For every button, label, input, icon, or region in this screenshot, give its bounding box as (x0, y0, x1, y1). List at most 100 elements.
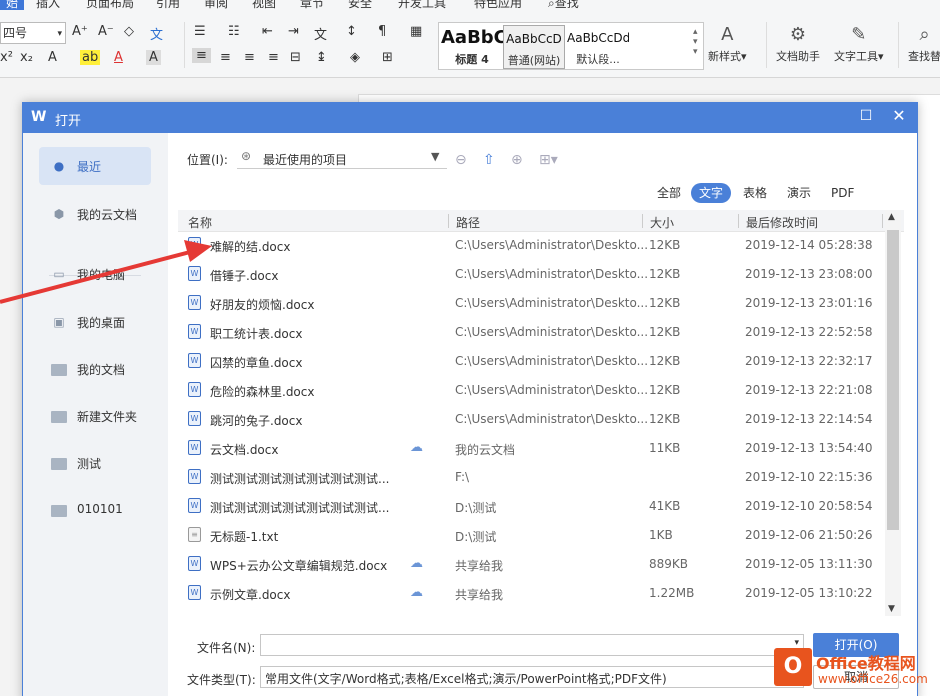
highlight-icon[interactable]: ab (80, 50, 101, 65)
shading-icon[interactable]: ◈ (350, 50, 360, 65)
column-modified[interactable]: 最后修改时间 (746, 214, 818, 231)
filename-input[interactable]: ▾ (260, 634, 804, 656)
sort-icon[interactable]: ↕ (346, 24, 357, 39)
superscript-icon[interactable]: x² (0, 50, 13, 65)
filter-tab-all[interactable]: 全部 (649, 183, 689, 203)
menu-tab-features[interactable]: 特色应用 (474, 0, 522, 10)
location-select[interactable]: ⊛ 最近使用的项目 ▼ (237, 147, 447, 169)
column-separator[interactable] (448, 214, 449, 228)
file-row[interactable]: W 难解的结.docx C:\Users\Administrator\Deskto.… (178, 231, 884, 260)
style-heading-4[interactable]: AaBbC 标题 4 (441, 25, 503, 69)
font-size-select[interactable]: 四号 ▾ (0, 22, 66, 44)
view-mode-icon[interactable]: ⊞▾ (539, 152, 558, 168)
gallery-scroll-icon[interactable]: ▴ ▾ ▾ (693, 27, 698, 57)
folder-icon (51, 361, 67, 377)
filter-tab-presentation[interactable]: 演示 (779, 183, 819, 203)
back-icon[interactable]: ⊖ (455, 152, 467, 168)
line-spacing-icon[interactable]: ↨ (316, 50, 327, 65)
sidebar-item-new-folder[interactable]: 新建文件夹 (39, 397, 151, 435)
menu-tab-search[interactable]: ⌕查找 (548, 0, 579, 10)
menu-tab-chapter[interactable]: 章节 (300, 0, 324, 10)
menu-tab-security[interactable]: 安全 (348, 0, 372, 10)
sidebar-item-my-documents[interactable]: 我的文档 (39, 350, 151, 388)
font-color-icon[interactable]: A (114, 50, 123, 65)
filetype-select[interactable]: 常用文件(文字/Word格式;表格/Excel格式;演示/PowerPoint格… (260, 666, 804, 688)
scroll-down-icon[interactable]: ▼ (888, 604, 895, 614)
up-folder-icon[interactable]: ⇧ (483, 152, 495, 168)
show-marks-icon[interactable]: ¶ (378, 24, 386, 39)
column-path[interactable]: 路径 (456, 214, 480, 231)
menu-tab-review[interactable]: 审阅 (204, 0, 228, 10)
file-row[interactable]: W 跳河的兔子.docx C:\Users\Administrator\Deskto… (178, 405, 884, 434)
justify-icon[interactable]: ≡ (268, 50, 279, 65)
file-row[interactable]: W 云文档.docx ☁ 我的云文档 11KB 2019-12-13 13:54:40 (178, 434, 884, 463)
cloud-icon: ☁ (410, 440, 423, 455)
menu-tab-insert[interactable]: 插入 (36, 0, 60, 10)
word-doc-icon: W (188, 585, 201, 600)
align-center-icon[interactable]: ≡ (220, 50, 231, 65)
menu-tab-developer[interactable]: 开发工具 (398, 0, 446, 10)
column-separator[interactable] (738, 214, 739, 228)
file-row[interactable]: W 危险的森林里.docx C:\Users\Administrator\Deskt… (178, 376, 884, 405)
column-separator[interactable] (882, 214, 883, 228)
menu-tab-view[interactable]: 视图 (252, 0, 276, 10)
sidebar-item-my-computer[interactable]: ▭ 我的电脑 (39, 255, 151, 293)
file-row[interactable]: W 测试测试测试测试测试测试测试... D:\测试 41KB 2019-12-10 20… (178, 492, 884, 521)
new-style-button[interactable]: A 新样式▾ (708, 22, 747, 64)
new-folder-icon[interactable]: ⊕ (511, 152, 523, 168)
file-row[interactable]: W 借锤子.docx C:\Users\Administrator\Deskto..… (178, 260, 884, 289)
column-size[interactable]: 大小 (650, 214, 674, 231)
file-row[interactable]: W 示例文章.docx ☁ 共享给我 1.22MB 2019-12-05 13:10:22 (178, 579, 884, 608)
text-tools-button[interactable]: ✎ 文字工具▾ (834, 22, 884, 64)
align-left-icon[interactable]: ≡ (192, 48, 211, 63)
chevron-down-icon: ▾ (57, 29, 62, 39)
file-row[interactable]: W 职工统计表.docx C:\Users\Administrator\Deskto… (178, 318, 884, 347)
column-name[interactable]: 名称 (188, 214, 212, 231)
scroll-up-icon[interactable]: ▲ (888, 212, 895, 222)
column-separator[interactable] (642, 214, 643, 228)
sidebar-item-recent[interactable]: ● 最近 (39, 147, 151, 185)
file-modified-date: 2019-12-13 22:21:08 (745, 383, 873, 397)
close-icon[interactable]: ✕ (891, 108, 907, 124)
increase-indent-icon[interactable]: ⇥ (288, 24, 299, 39)
file-row[interactable]: ≡ 无标题-1.txt D:\测试 1KB 2019-12-06 21:50:26 (178, 521, 884, 550)
filter-tab-pdf[interactable]: PDF (823, 183, 862, 203)
file-row[interactable]: W WPS+云办公文章编辑规范.docx ☁ 共享给我 889KB 2019-12-05 … (178, 550, 884, 579)
sidebar-item-desktop[interactable]: ▣ 我的桌面 (39, 303, 151, 341)
table-icon[interactable]: ▦ (410, 24, 422, 39)
file-row[interactable]: W 囚禁的章鱼.docx C:\Users\Administrator\Deskto… (178, 347, 884, 376)
sidebar-item-cloud-docs[interactable]: ⬢ 我的云文档 (39, 195, 151, 233)
menu-tab-start[interactable]: 始 (0, 0, 25, 10)
phonetic-guide-icon[interactable]: 文 (150, 24, 163, 43)
align-right-icon[interactable]: ≡ (244, 50, 255, 65)
doc-helper-button[interactable]: ⚙ 文档助手 (776, 22, 820, 64)
bullet-list-icon[interactable]: ☰ (194, 24, 206, 39)
text-effect-icon[interactable]: A (48, 50, 57, 65)
grow-font-icon[interactable]: A⁺ (72, 24, 88, 39)
office-logo-icon: O (774, 648, 812, 686)
file-name: 借锤子.docx (210, 269, 279, 283)
border-icon[interactable]: ⊞ (382, 50, 393, 65)
subscript-icon[interactable]: x₂ (20, 50, 33, 65)
style-default-paragraph[interactable]: AaBbCcDd 默认段... (567, 25, 629, 69)
clear-format-icon[interactable]: ◇ (124, 24, 134, 39)
menu-tab-references[interactable]: 引用 (156, 0, 180, 10)
filter-tab-text[interactable]: 文字 (691, 183, 732, 203)
file-row[interactable]: W 好朋友的烦恼.docx C:\Users\Administrator\Deskt… (178, 289, 884, 318)
numbered-list-icon[interactable]: ☷ (228, 24, 240, 39)
style-normal-web[interactable]: AaBbCcD 普通(网站) (503, 25, 565, 69)
menu-tab-page-layout[interactable]: 页面布局 (86, 0, 134, 10)
char-shading-icon[interactable]: A (146, 50, 161, 65)
sidebar-item-test[interactable]: 测试 (39, 444, 151, 482)
distributed-icon[interactable]: ⊟ (290, 50, 301, 65)
scrollbar-thumb[interactable] (887, 230, 899, 530)
file-list-scrollbar[interactable]: ▲ ▼ (885, 210, 901, 616)
decrease-indent-icon[interactable]: ⇤ (262, 24, 273, 39)
file-row[interactable]: W 测试测试测试测试测试测试测试... F:\ 2019-12-10 22:15:36 (178, 463, 884, 492)
sidebar-item-010101[interactable]: 010101 (39, 491, 151, 529)
find-replace-button[interactable]: ⌕ 查找替 (908, 22, 940, 64)
chinese-layout-icon[interactable]: 文 (314, 24, 327, 43)
maximize-icon[interactable]: ☐ (859, 109, 873, 123)
filter-tab-spreadsheet[interactable]: 表格 (735, 183, 775, 203)
shrink-font-icon[interactable]: A⁻ (98, 24, 114, 39)
